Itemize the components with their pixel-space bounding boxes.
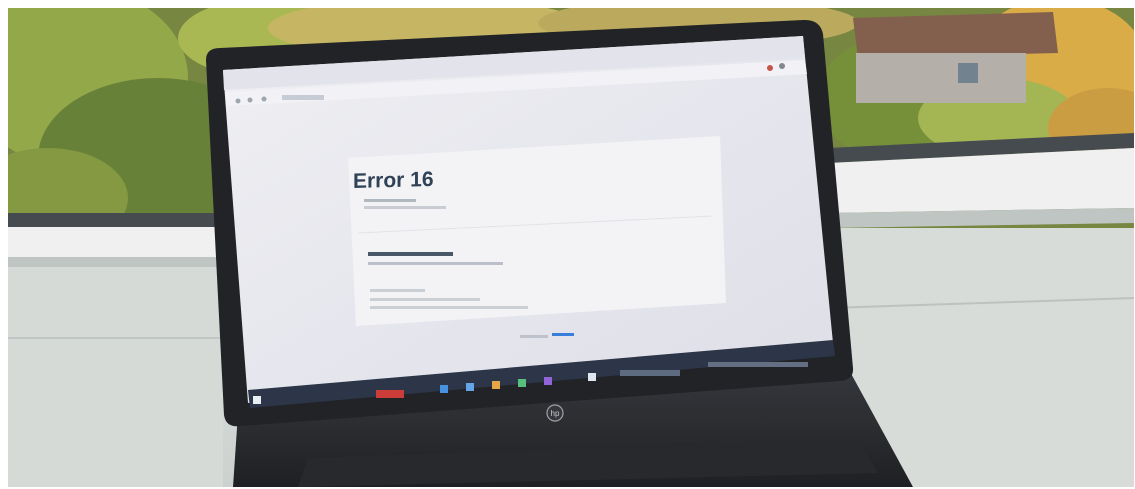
error-title: Error 16 <box>353 167 434 193</box>
photo-scene: hp <box>8 8 1134 487</box>
photo-frame: hp Error 16 <box>8 8 1134 487</box>
